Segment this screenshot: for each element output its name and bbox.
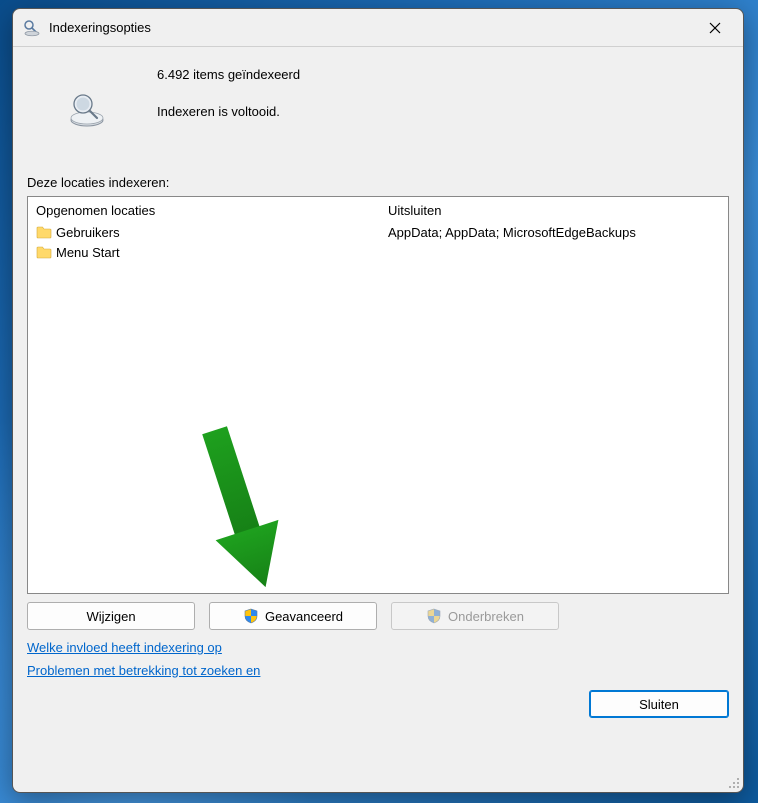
locations-list[interactable]: Opgenomen locaties Gebruikers Menu Start…: [27, 196, 729, 594]
help-links: Welke invloed heeft indexering op Proble…: [27, 640, 729, 686]
indexing-influence-link[interactable]: Welke invloed heeft indexering op: [27, 640, 222, 655]
locations-section-label: Deze locaties indexeren:: [27, 175, 729, 190]
folder-icon: [36, 245, 52, 259]
uac-shield-icon: [426, 608, 442, 624]
button-label: Sluiten: [639, 697, 679, 712]
content-area: 6.492 items geïndexeerd Indexeren is vol…: [13, 47, 743, 792]
close-icon: [709, 22, 721, 34]
window-close-button[interactable]: [693, 13, 737, 43]
status-count: 6.492 items geïndexeerd: [27, 67, 729, 82]
button-row: Wijzigen Geavanceerd: [27, 602, 729, 630]
folder-icon: [36, 225, 52, 239]
button-label: Onderbreken: [448, 609, 524, 624]
magnifier-disk-icon: [67, 119, 107, 133]
close-button[interactable]: Sluiten: [589, 690, 729, 718]
search-troubleshoot-link[interactable]: Problemen met betrekking tot zoeken en: [27, 663, 260, 678]
titlebar: Indexeringsopties: [13, 9, 743, 47]
excluded-column-header: Uitsluiten: [388, 203, 720, 218]
status-row: Indexeren is voltooid.: [27, 90, 729, 133]
indexing-options-icon: [23, 19, 41, 37]
pause-button: Onderbreken: [391, 602, 559, 630]
window-title: Indexeringsopties: [49, 20, 693, 35]
status-state: Indexeren is voltooid.: [157, 104, 280, 119]
location-label: Menu Start: [56, 245, 120, 260]
included-column-header: Opgenomen locaties: [36, 203, 372, 218]
advanced-button[interactable]: Geavanceerd: [209, 602, 377, 630]
location-label: Gebruikers: [56, 225, 120, 240]
button-label: Wijzigen: [86, 609, 135, 624]
location-item[interactable]: Menu Start: [36, 242, 372, 262]
uac-shield-icon: [243, 608, 259, 624]
location-item[interactable]: Gebruikers: [36, 222, 372, 242]
resize-grip[interactable]: [726, 775, 740, 789]
indexing-options-window: Indexeringsopties 6.492 items geïndexeer…: [12, 8, 744, 793]
footer-row: Sluiten: [27, 690, 729, 718]
button-label: Geavanceerd: [265, 609, 343, 624]
modify-button[interactable]: Wijzigen: [27, 602, 195, 630]
exclude-value: [388, 242, 720, 262]
exclude-value: AppData; AppData; MicrosoftEdgeBackups: [388, 222, 720, 242]
